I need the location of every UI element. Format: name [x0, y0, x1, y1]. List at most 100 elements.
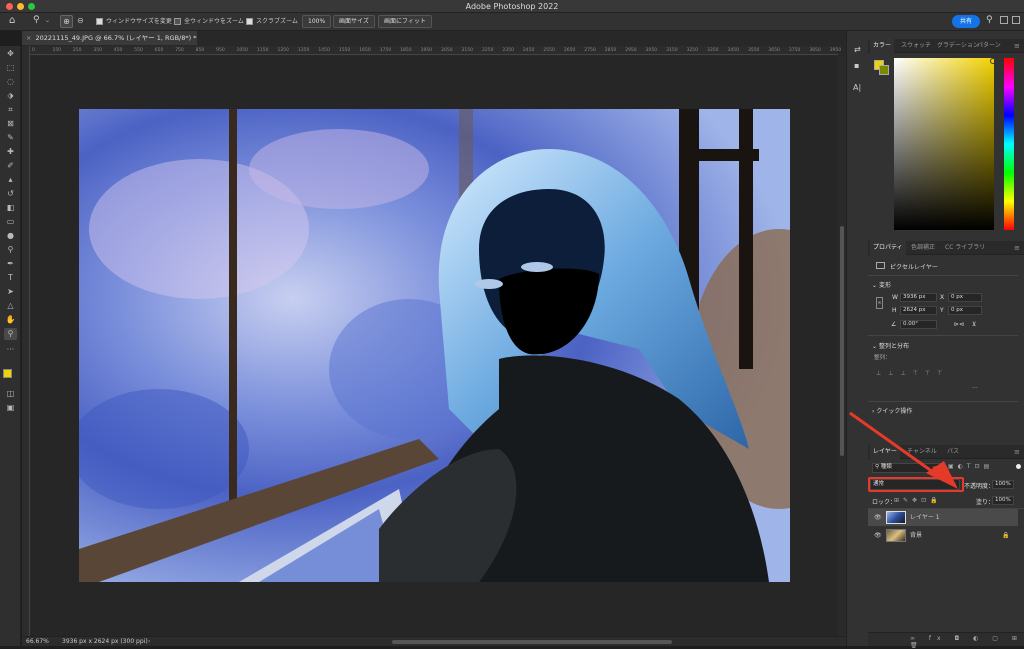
link-icon[interactable]: ∞ — [876, 297, 883, 309]
zoom-window-button[interactable] — [28, 3, 35, 10]
vertical-scrollbar[interactable] — [838, 56, 846, 636]
zoom-tool-icon[interactable]: ⚲ — [4, 328, 17, 340]
checkbox-icon — [174, 18, 181, 25]
minimize-window-button[interactable] — [17, 3, 24, 10]
angle-field[interactable]: 0.00° — [900, 320, 937, 329]
document-image[interactable] — [79, 109, 790, 582]
divider — [868, 401, 1018, 402]
brush-tool-icon[interactable]: ✐ — [4, 160, 17, 172]
scrubby-zoom-checkbox[interactable]: スクラブズーム — [246, 16, 298, 27]
history-icon[interactable]: ⇄ — [854, 45, 861, 54]
background-color-chip[interactable] — [879, 65, 889, 75]
lasso-tool-icon[interactable]: ◌ — [4, 76, 17, 88]
panel-menu-icon[interactable]: ≡ — [1014, 42, 1020, 50]
ruler-tick-label: 1150 — [257, 48, 269, 53]
shape-tool-icon[interactable]: △ — [4, 300, 17, 312]
color-picker-handle[interactable] — [990, 58, 996, 64]
more-tools-icon[interactable]: ··· — [4, 344, 17, 356]
foreground-color-swatch[interactable] — [3, 369, 12, 378]
options-bar: ⌂ ⚲ ⌄ ⊕ ⊖ ウィンドウサイズを変更 全ウィンドウをズーム スクラブズーム… — [0, 13, 1024, 31]
home-icon[interactable]: ⌂ — [9, 15, 15, 26]
visibility-eye-icon[interactable]: 👁 — [874, 509, 882, 526]
hue-slider[interactable] — [1004, 58, 1014, 230]
flip-horizontal-icon[interactable]: ⊳⊲ — [954, 321, 964, 328]
blur-tool-icon[interactable]: ● — [4, 230, 17, 242]
dodge-tool-icon[interactable]: ⚲ — [4, 244, 17, 256]
search-icon[interactable]: ⚲ — [986, 15, 993, 25]
color-field[interactable] — [894, 58, 994, 230]
type-tool-icon[interactable]: T — [4, 272, 17, 284]
ruler-tick-label: 3650 — [768, 48, 780, 53]
share-button[interactable]: 共有 — [952, 15, 980, 28]
character-icon[interactable]: A| — [853, 83, 861, 92]
ruler-tick-label: 850 — [195, 48, 205, 53]
zoom-100-button[interactable]: 100% — [302, 15, 332, 28]
horizontal-scroll-thumb[interactable] — [392, 640, 672, 644]
zoom-tool-icon[interactable]: ⚲ — [33, 15, 40, 25]
layer-row[interactable]: 👁 レイヤー 1 — [868, 509, 1018, 526]
height-field[interactable]: 2624 px — [900, 306, 937, 315]
resize-windows-checkbox[interactable]: ウィンドウサイズを変更 — [96, 16, 172, 27]
tab-patterns[interactable]: パターン — [974, 39, 1004, 53]
align-buttons[interactable]: ⊥⊥⊥⊤⊤⊤ — [876, 370, 949, 377]
tab-cc-libraries[interactable]: CC ライブラリ — [942, 241, 988, 255]
divider — [868, 275, 1018, 276]
eyedropper-tool-icon[interactable]: ✎ — [4, 132, 17, 144]
panel-menu-icon[interactable]: ≡ — [1014, 244, 1020, 252]
ruler-tick-label: 350 — [93, 48, 102, 53]
more-options-icon[interactable]: ··· — [972, 385, 978, 392]
ruler-tick-label: 2150 — [461, 48, 474, 53]
clone-stamp-tool-icon[interactable]: ▴ — [4, 174, 17, 186]
ruler-tick-label: 2850 — [604, 48, 617, 53]
layer-row[interactable]: 👁 背景 🔒 — [868, 527, 1018, 544]
zoom-in-icon[interactable]: ⊕ — [60, 15, 73, 28]
arrange-icon[interactable] — [1012, 16, 1020, 24]
zoom-all-windows-checkbox[interactable]: 全ウィンドウをズーム — [174, 16, 244, 27]
filter-toggle-icon[interactable] — [1016, 464, 1021, 469]
eraser-tool-icon[interactable]: ◧ — [4, 202, 17, 214]
chevron-down-icon[interactable]: ⌄ — [45, 17, 50, 24]
history-brush-tool-icon[interactable]: ↺ — [4, 188, 17, 200]
tab-swatches[interactable]: スウォッチ — [898, 39, 934, 53]
visibility-eye-icon[interactable]: 👁 — [874, 527, 882, 544]
marquee-tool-icon[interactable]: ⬚ — [4, 62, 17, 74]
tab-adjustments[interactable]: 色調補正 — [908, 241, 938, 255]
frame-tool-icon[interactable]: ⊠ — [4, 118, 17, 130]
close-tab-icon[interactable]: × — [26, 34, 31, 42]
tab-color[interactable]: カラー — [870, 39, 895, 53]
collapsed-panel-dock: ⇄ ▪ A| — [846, 31, 868, 646]
healing-brush-tool-icon[interactable]: ✚ — [4, 146, 17, 158]
width-field[interactable]: 3936 px — [900, 293, 937, 302]
tab-properties[interactable]: プロパティ — [870, 241, 906, 255]
fill-field[interactable]: 100% — [992, 496, 1014, 505]
ruler-tick-label: 1750 — [379, 48, 392, 53]
ruler-tick-label: 550 — [134, 48, 143, 53]
object-selection-tool-icon[interactable]: ⬗ — [4, 90, 17, 102]
panel-menu-icon[interactable]: ≡ — [1014, 448, 1020, 456]
comments-icon[interactable]: ▪ — [854, 61, 859, 70]
y-field[interactable]: 0 px — [948, 306, 982, 315]
x-field[interactable]: 0 px — [948, 293, 982, 302]
pen-tool-icon[interactable]: ✒ — [4, 258, 17, 270]
move-tool-icon[interactable]: ✥ — [4, 48, 17, 60]
layer-action-icons[interactable]: ∞ fx ◘ ◐ ▢ ⊞ 🗑 — [910, 635, 1024, 649]
path-selection-tool-icon[interactable]: ➤ — [4, 286, 17, 298]
quick-mask-icon[interactable]: ◫ — [4, 388, 17, 400]
workspace-icon[interactable] — [1000, 16, 1008, 24]
lock-icons[interactable]: ⊞✎✥⊡🔒 — [894, 497, 942, 504]
hand-tool-icon[interactable]: ✋ — [4, 314, 17, 326]
gradient-tool-icon[interactable]: ▭ — [4, 216, 17, 228]
fill-screen-button[interactable]: 画面にフィット — [378, 15, 432, 28]
document-tab[interactable]: × 20221115_49.JPG @ 66.7% (レイヤー 1, RGB/8*… — [22, 31, 197, 45]
flip-vertical-icon[interactable]: ⊻ — [972, 321, 976, 328]
layer-name: 背景 — [910, 532, 923, 539]
ruler-tick-label: 2650 — [563, 48, 576, 53]
align-heading[interactable]: ⌄ 整列と分布 — [872, 341, 909, 350]
close-window-button[interactable] — [6, 3, 13, 10]
zoom-out-icon[interactable]: ⊖ — [77, 16, 84, 25]
fit-screen-button[interactable]: 画面サイズ — [333, 15, 375, 28]
opacity-field[interactable]: 100% — [992, 480, 1014, 489]
transform-heading[interactable]: ⌄ 変形 — [872, 280, 891, 289]
screen-mode-icon[interactable]: ▣ — [4, 402, 17, 414]
crop-tool-icon[interactable]: ⌗ — [4, 104, 17, 116]
